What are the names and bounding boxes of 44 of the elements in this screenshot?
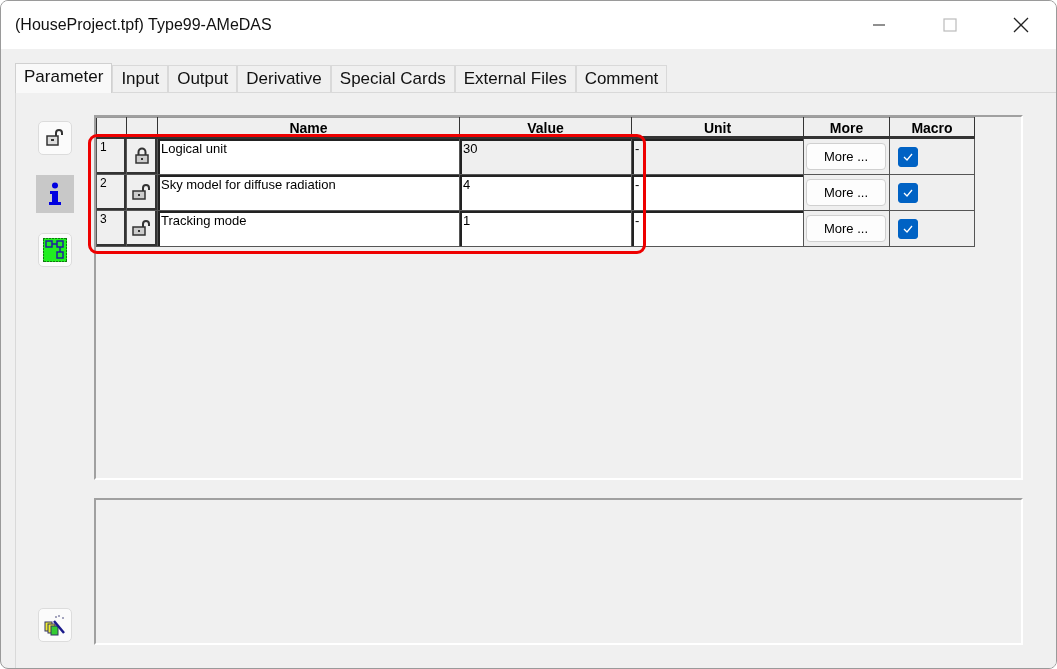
macro-checkbox[interactable]: [898, 182, 918, 203]
unlock-icon: [45, 129, 65, 147]
macro-checkbox[interactable]: [898, 218, 918, 239]
value-field[interactable]: 1: [459, 210, 632, 247]
tab[interactable]: Input: [112, 65, 169, 92]
check-icon: [902, 187, 914, 198]
name-cell: Tracking mode: [157, 210, 460, 247]
unlock-icon[interactable]: [132, 182, 152, 200]
lock-icon[interactable]: [135, 146, 149, 164]
tab[interactable]: Parameter: [15, 63, 113, 93]
column-header: Unit: [631, 117, 804, 139]
more-button[interactable]: More ...: [806, 215, 886, 242]
column-header: More: [803, 117, 890, 139]
wizard-button[interactable]: [38, 608, 72, 642]
unit-cell: -: [631, 174, 804, 211]
more-button[interactable]: More ...: [806, 143, 886, 170]
check-icon: [902, 223, 914, 234]
macro-checkbox[interactable]: [898, 146, 918, 167]
tab[interactable]: Special Cards: [330, 65, 455, 92]
unit-cell: -: [631, 138, 804, 175]
tab[interactable]: Derivative: [237, 65, 331, 92]
unit-cell: -: [631, 210, 804, 247]
tab[interactable]: Comment: [575, 65, 668, 92]
row-number: 2: [96, 174, 127, 211]
info-button[interactable]: [36, 175, 74, 213]
window-title: (HouseProject.tpf) Type99-AMeDAS: [15, 16, 272, 34]
value-field[interactable]: 30: [459, 138, 632, 175]
unlock-icon[interactable]: [132, 218, 152, 236]
unlock-button[interactable]: [38, 121, 72, 155]
magic-wand-icon: [43, 613, 67, 637]
more-button[interactable]: More ...: [806, 179, 886, 206]
tab[interactable]: Output: [168, 65, 238, 92]
name-cell: Sky model for diffuse radiation: [157, 174, 460, 211]
diagram-icon: [43, 238, 67, 262]
diagram-button[interactable]: [38, 233, 72, 267]
info-icon: [48, 182, 62, 206]
close-icon[interactable]: [1013, 17, 1029, 33]
column-header: Macro: [889, 117, 975, 139]
row-number: 1: [96, 138, 127, 175]
name-cell: Logical unit: [157, 138, 460, 175]
value-field[interactable]: 4: [459, 174, 632, 211]
tab[interactable]: External Files: [454, 65, 576, 92]
check-icon: [902, 151, 914, 162]
row-number: 3: [96, 210, 127, 247]
